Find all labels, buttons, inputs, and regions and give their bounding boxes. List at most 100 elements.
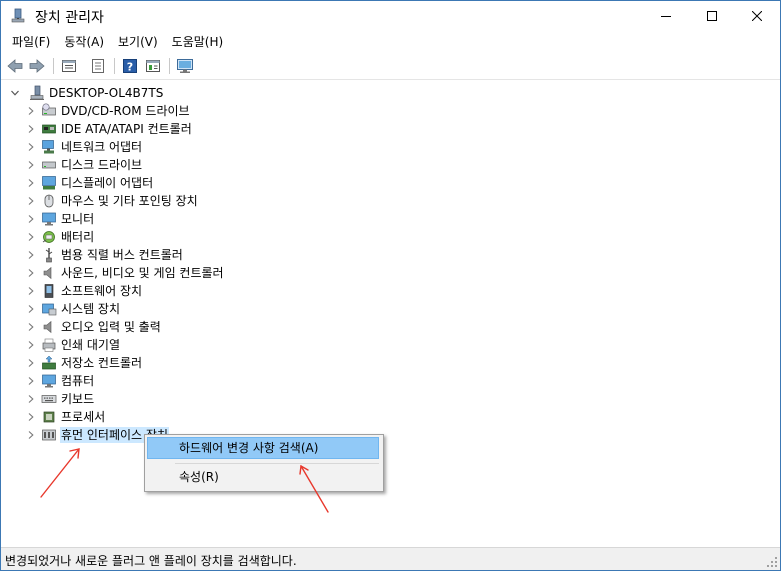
maximize-icon xyxy=(707,11,717,21)
tree-item-label: 마우스 및 기타 포인팅 장치 xyxy=(61,194,198,208)
update-driver-icon xyxy=(146,60,160,72)
chevron-right-icon[interactable] xyxy=(25,195,37,207)
scan-hardware-changes-menu-item[interactable]: 하드웨어 변경 사항 검색(A) xyxy=(147,437,379,459)
back-button[interactable] xyxy=(5,56,25,76)
scan-hardware-button[interactable] xyxy=(175,56,195,76)
status-text: 변경되었거나 새로운 플러그 앤 플레이 장치를 검색합니다. xyxy=(5,554,297,568)
tree-item-label: 모니터 xyxy=(61,212,95,226)
chevron-right-icon[interactable] xyxy=(25,231,37,243)
tree-item[interactable]: 디스플레이 어댑터 xyxy=(25,174,154,192)
tree-item[interactable]: 마우스 및 기타 포인팅 장치 xyxy=(25,192,199,210)
system-device-icon xyxy=(41,301,57,317)
menu-help[interactable]: 도움말(H) xyxy=(165,32,231,52)
chevron-right-icon[interactable] xyxy=(25,267,37,279)
computer-root-icon xyxy=(29,85,45,101)
storage-controller-icon xyxy=(41,355,57,371)
help-button[interactable]: ? xyxy=(120,56,140,76)
audio-io-icon xyxy=(41,319,57,335)
maximize-button[interactable] xyxy=(689,1,735,31)
display-adapter-icon xyxy=(41,175,57,191)
tree-item[interactable]: 프로세서 xyxy=(25,408,106,426)
properties-view-button[interactable] xyxy=(59,56,79,76)
close-icon xyxy=(752,11,762,21)
device-manager-window: 장치 관리자 파일(F) 동작(A) 보기(V) 도움말(H) ? DESKTO… xyxy=(0,0,781,571)
chevron-right-icon[interactable] xyxy=(25,285,37,297)
tree-item[interactable]: 디스크 드라이브 xyxy=(25,156,143,174)
hid-icon xyxy=(41,427,57,443)
keyboard-icon xyxy=(41,391,57,407)
tree-item-label: 사운드, 비디오 및 게임 컨트롤러 xyxy=(61,266,224,280)
chevron-right-icon[interactable] xyxy=(25,213,37,225)
properties-menu-item[interactable]: 속성(R) xyxy=(147,466,379,488)
chevron-right-icon[interactable] xyxy=(25,375,37,387)
speaker-icon xyxy=(41,265,57,281)
chevron-right-icon[interactable] xyxy=(25,249,37,261)
chevron-right-icon[interactable] xyxy=(25,177,37,189)
tree-item[interactable]: 컴퓨터 xyxy=(25,372,95,390)
context-menu: 하드웨어 변경 사항 검색(A) 속성(R) xyxy=(144,434,384,492)
tree-item-label: 프로세서 xyxy=(61,410,106,424)
battery-icon xyxy=(41,229,57,245)
tree-item-label: 네트워크 어댑터 xyxy=(61,140,143,154)
status-bar: 변경되었거나 새로운 플러그 앤 플레이 장치를 검색합니다. xyxy=(1,547,780,570)
menu-file[interactable]: 파일(F) xyxy=(5,32,57,52)
tree-item[interactable]: 네트워크 어댑터 xyxy=(25,138,143,156)
properties-view-icon xyxy=(62,60,76,72)
chevron-down-icon[interactable] xyxy=(9,87,21,99)
chevron-right-icon[interactable] xyxy=(25,339,37,351)
menu-action[interactable]: 동작(A) xyxy=(57,32,111,52)
details-view-button[interactable] xyxy=(88,56,108,76)
chevron-right-icon[interactable] xyxy=(25,429,37,441)
tree-item[interactable]: DVD/CD-ROM 드라이브 xyxy=(25,102,191,120)
minimize-button[interactable] xyxy=(643,1,689,31)
tree-item[interactable]: 배터리 xyxy=(25,228,95,246)
tree-root[interactable]: DESKTOP-OL4B7TS xyxy=(9,84,164,102)
toolbar-separator xyxy=(169,58,170,74)
menu-bar: 파일(F) 동작(A) 보기(V) 도움말(H) xyxy=(1,31,780,53)
help-icon: ? xyxy=(123,59,137,74)
chevron-right-icon[interactable] xyxy=(25,159,37,171)
minimize-icon xyxy=(661,16,671,17)
scan-monitor-icon xyxy=(177,59,193,73)
window-title: 장치 관리자 xyxy=(35,10,104,26)
svg-text:?: ? xyxy=(127,61,133,74)
context-menu-separator xyxy=(175,463,379,464)
close-button[interactable] xyxy=(734,1,780,31)
chevron-right-icon[interactable] xyxy=(25,123,37,135)
resize-grip-icon[interactable] xyxy=(766,556,778,568)
chevron-right-icon[interactable] xyxy=(25,321,37,333)
tree-item-label: 디스크 드라이브 xyxy=(61,158,143,172)
update-driver-button[interactable] xyxy=(143,56,163,76)
usb-icon xyxy=(41,247,57,263)
tree-item-label: 배터리 xyxy=(61,230,95,244)
chevron-right-icon[interactable] xyxy=(25,141,37,153)
tree-item[interactable]: 오디오 입력 및 출력 xyxy=(25,318,162,336)
title-bar: 장치 관리자 xyxy=(1,1,780,31)
tree-item[interactable]: 키보드 xyxy=(25,390,95,408)
chevron-right-icon[interactable] xyxy=(25,411,37,423)
tree-item[interactable]: 사운드, 비디오 및 게임 컨트롤러 xyxy=(25,264,225,282)
chevron-right-icon[interactable] xyxy=(25,303,37,315)
tree-root-label: DESKTOP-OL4B7TS xyxy=(49,86,164,100)
tree-item[interactable]: 저장소 컨트롤러 xyxy=(25,354,143,372)
tree-item[interactable]: 범용 직렬 버스 컨트롤러 xyxy=(25,246,184,264)
chevron-right-icon[interactable] xyxy=(25,357,37,369)
tree-item[interactable]: 소프트웨어 장치 xyxy=(25,282,143,300)
toolbar: ? xyxy=(1,53,780,80)
printer-icon xyxy=(41,337,57,353)
dvd-drive-icon xyxy=(41,103,57,119)
details-view-icon xyxy=(92,59,104,73)
forward-button[interactable] xyxy=(27,56,47,76)
tree-item[interactable]: 인쇄 대기열 xyxy=(25,336,121,354)
tree-item-label: IDE ATA/ATAPI 컨트롤러 xyxy=(61,122,192,136)
menu-view[interactable]: 보기(V) xyxy=(111,32,165,52)
chevron-right-icon[interactable] xyxy=(25,105,37,117)
tree-item[interactable]: 모니터 xyxy=(25,210,95,228)
toolbar-separator xyxy=(114,58,115,74)
device-manager-app-icon xyxy=(10,8,26,24)
monitor-icon xyxy=(41,211,57,227)
tree-item[interactable]: IDE ATA/ATAPI 컨트롤러 xyxy=(25,120,193,138)
chevron-right-icon[interactable] xyxy=(25,393,37,405)
tree-item[interactable]: 시스템 장치 xyxy=(25,300,121,318)
toolbar-separator xyxy=(53,58,54,74)
